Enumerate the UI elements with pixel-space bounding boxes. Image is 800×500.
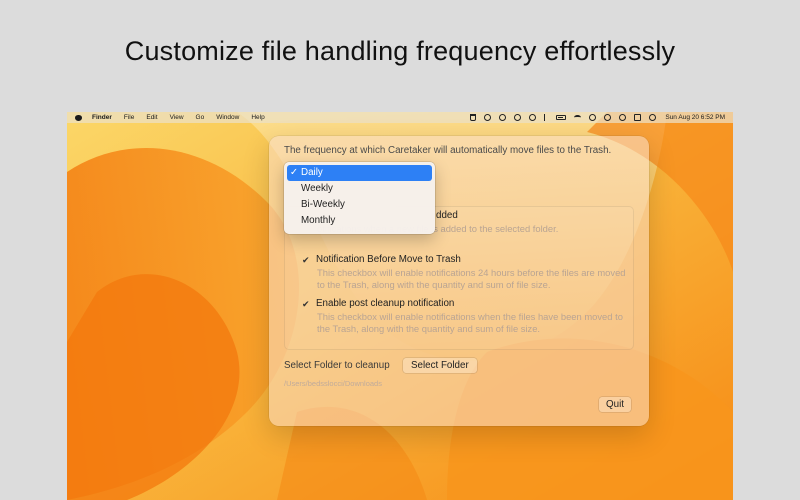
select-folder-label: Select Folder to cleanup — [284, 360, 390, 371]
frequency-option-label: Daily — [301, 167, 323, 178]
search-icon[interactable] — [619, 114, 627, 121]
frequency-option-weekly[interactable]: Weekly — [287, 181, 432, 197]
option-label: Notification Before Move to Trash — [316, 254, 461, 265]
bluetooth-icon[interactable] — [544, 114, 548, 121]
headphones-icon[interactable] — [529, 114, 537, 121]
option-description: This checkbox will enable notifications … — [317, 267, 626, 290]
wifi-icon[interactable] — [574, 115, 582, 120]
option-label: Enable post cleanup notification — [316, 298, 455, 309]
quit-button[interactable]: Quit — [599, 397, 631, 412]
menu-go[interactable]: Go — [196, 114, 205, 121]
folder-path: /Users/bedsslocci/Downloads — [284, 379, 382, 388]
apple-icon[interactable] — [75, 114, 82, 121]
frequency-option-daily[interactable]: ✓ Daily — [287, 165, 432, 181]
battery-icon[interactable] — [556, 115, 567, 120]
frequency-option-monthly[interactable]: Monthly — [287, 213, 432, 229]
frequency-option-label: Bi-Weekly — [301, 199, 345, 210]
status-area: Sun Aug 20 6:52 PM — [462, 112, 725, 123]
siri-icon[interactable] — [649, 114, 657, 121]
frequency-description: The frequency at which Caretaker will au… — [284, 145, 612, 156]
menu-app-finder[interactable]: Finder — [92, 114, 112, 121]
before-move-checkbox[interactable]: ✔ — [302, 255, 310, 265]
trash-icon[interactable] — [470, 114, 477, 121]
frequency-dropdown-menu: ✓ Daily Weekly Bi-Weekly Monthly — [284, 162, 435, 234]
option-post-cleanup-notification: ✔ Enable post cleanup notification This … — [302, 298, 632, 335]
option-description: This checkbox will enable notifications … — [317, 311, 623, 334]
menubar-clock[interactable]: Sun Aug 20 6:52 PM — [665, 114, 725, 121]
frequency-option-label: Monthly — [301, 215, 336, 226]
post-cleanup-checkbox[interactable]: ✔ — [302, 299, 310, 309]
menu-window[interactable]: Window — [216, 114, 239, 121]
option-before-move-notification: ✔ Notification Before Move to Trash This… — [302, 254, 632, 291]
checkmark-icon: ✓ — [289, 167, 299, 178]
user-icon[interactable] — [589, 114, 597, 121]
play-icon[interactable] — [484, 114, 492, 121]
airdrop-icon[interactable] — [514, 114, 522, 121]
menu-file[interactable]: File — [124, 114, 134, 121]
menu-bar: Finder File Edit View Go Window Help Sun… — [67, 112, 733, 123]
menu-help[interactable]: Help — [251, 114, 264, 121]
headline: Customize file handling frequency effort… — [124, 36, 676, 66]
frequency-option-bi-weekly[interactable]: Bi-Weekly — [287, 197, 432, 213]
frequency-option-label: Weekly — [301, 183, 333, 194]
face-icon[interactable] — [499, 114, 507, 121]
select-folder-button[interactable]: Select Folder — [403, 358, 477, 373]
option-label: dded — [436, 210, 458, 221]
menu-view[interactable]: View — [170, 114, 184, 121]
control-center-icon[interactable] — [634, 114, 642, 121]
clock-icon[interactable] — [604, 114, 612, 121]
menu-edit[interactable]: Edit — [146, 114, 157, 121]
